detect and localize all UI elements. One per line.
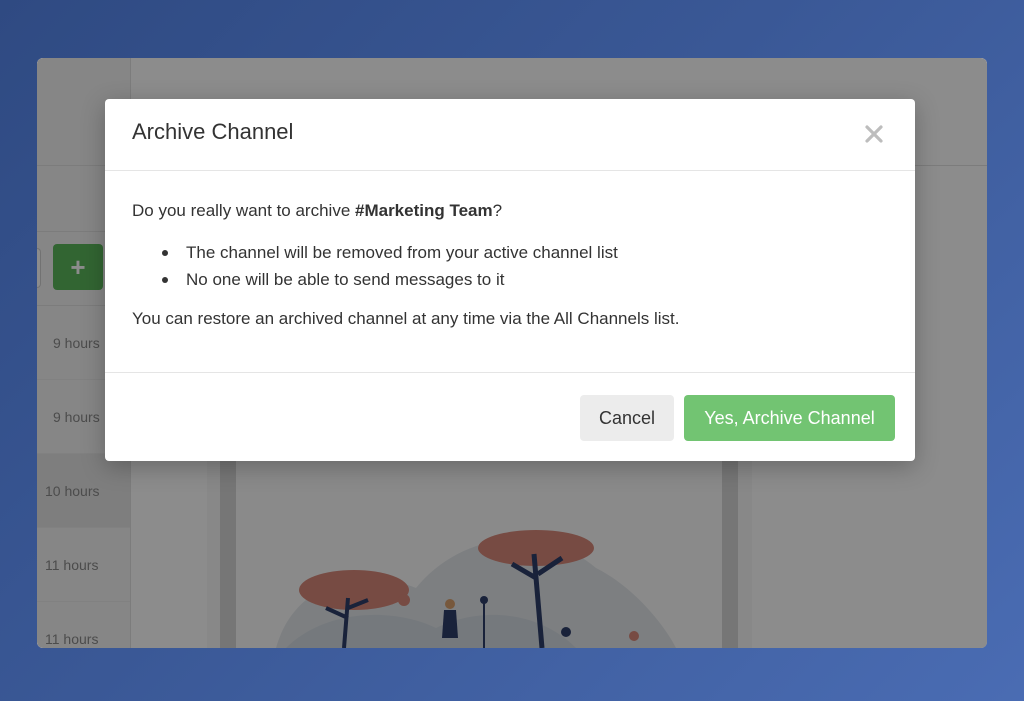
dialog-title: Archive Channel: [132, 119, 294, 144]
consequence-list: The channel will be removed from your ac…: [162, 239, 888, 293]
archive-channel-button[interactable]: Yes, Archive Channel: [684, 395, 895, 441]
restore-note: You can restore an archived channel at a…: [132, 309, 680, 328]
question-prefix: Do you really want to archive: [132, 201, 355, 220]
cancel-button[interactable]: Cancel: [580, 395, 674, 441]
consequence-item: No one will be able to send messages to …: [162, 266, 888, 293]
consequence-item: The channel will be removed from your ac…: [162, 239, 888, 266]
confirm-question: Do you really want to archive #Marketing…: [132, 199, 888, 223]
dialog-body: Do you really want to archive #Marketing…: [105, 171, 915, 373]
dialog-footer: Cancel Yes, Archive Channel: [105, 373, 915, 461]
close-icon[interactable]: [863, 123, 885, 145]
archive-channel-dialog: Archive Channel Do you really want to ar…: [105, 99, 915, 461]
channel-name: #Marketing Team: [355, 201, 493, 220]
question-suffix: ?: [492, 201, 503, 220]
dialog-header: Archive Channel: [105, 99, 915, 171]
